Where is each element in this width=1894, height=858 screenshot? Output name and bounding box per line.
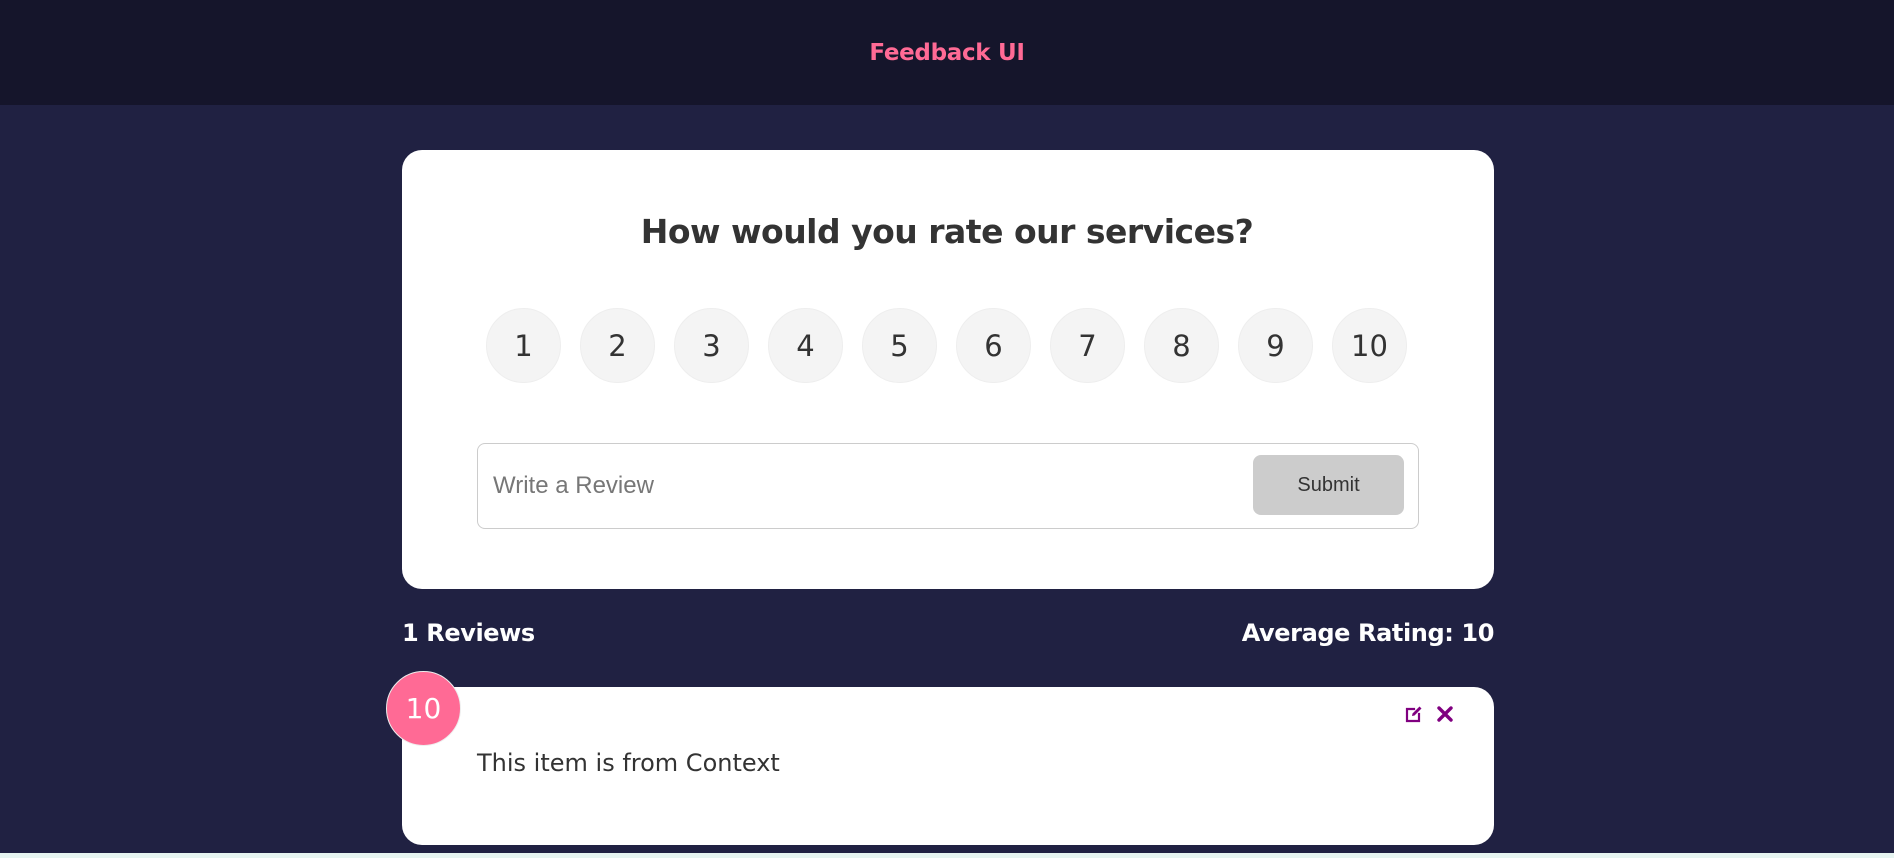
edit-button[interactable]: [1402, 702, 1426, 726]
close-icon: [1437, 706, 1453, 722]
rating-option-3[interactable]: 3: [674, 308, 749, 383]
review-form: Submit: [477, 443, 1419, 529]
submit-button[interactable]: Submit: [1253, 455, 1404, 515]
average-rating: Average Rating: 10: [1241, 619, 1495, 647]
app-header: Feedback UI: [0, 0, 1894, 105]
review-card: This item is from Context: [402, 687, 1494, 845]
review-stats: 1 Reviews Average Rating: 10: [402, 619, 1494, 655]
delete-button[interactable]: [1433, 702, 1457, 726]
rating-option-10[interactable]: 10: [1332, 308, 1407, 383]
review-rating-badge: 10: [386, 671, 461, 746]
rating-option-4[interactable]: 4: [768, 308, 843, 383]
app-title: Feedback UI: [869, 39, 1025, 66]
rating-options: 1 2 3 4 5 6 7 8 9 10: [486, 308, 1407, 383]
review-count: 1 Reviews: [402, 619, 535, 647]
rating-option-7[interactable]: 7: [1050, 308, 1125, 383]
rating-option-1[interactable]: 1: [486, 308, 561, 383]
edit-icon: [1405, 706, 1422, 723]
rating-option-5[interactable]: 5: [862, 308, 937, 383]
rating-option-9[interactable]: 9: [1238, 308, 1313, 383]
page-bottom-edge: [0, 853, 1894, 858]
rating-option-8[interactable]: 8: [1144, 308, 1219, 383]
review-input[interactable]: [479, 445, 1239, 527]
rating-question: How would you rate our services?: [640, 212, 1254, 251]
rating-option-6[interactable]: 6: [956, 308, 1031, 383]
rating-option-2[interactable]: 2: [580, 308, 655, 383]
review-text: This item is from Context: [477, 749, 780, 777]
